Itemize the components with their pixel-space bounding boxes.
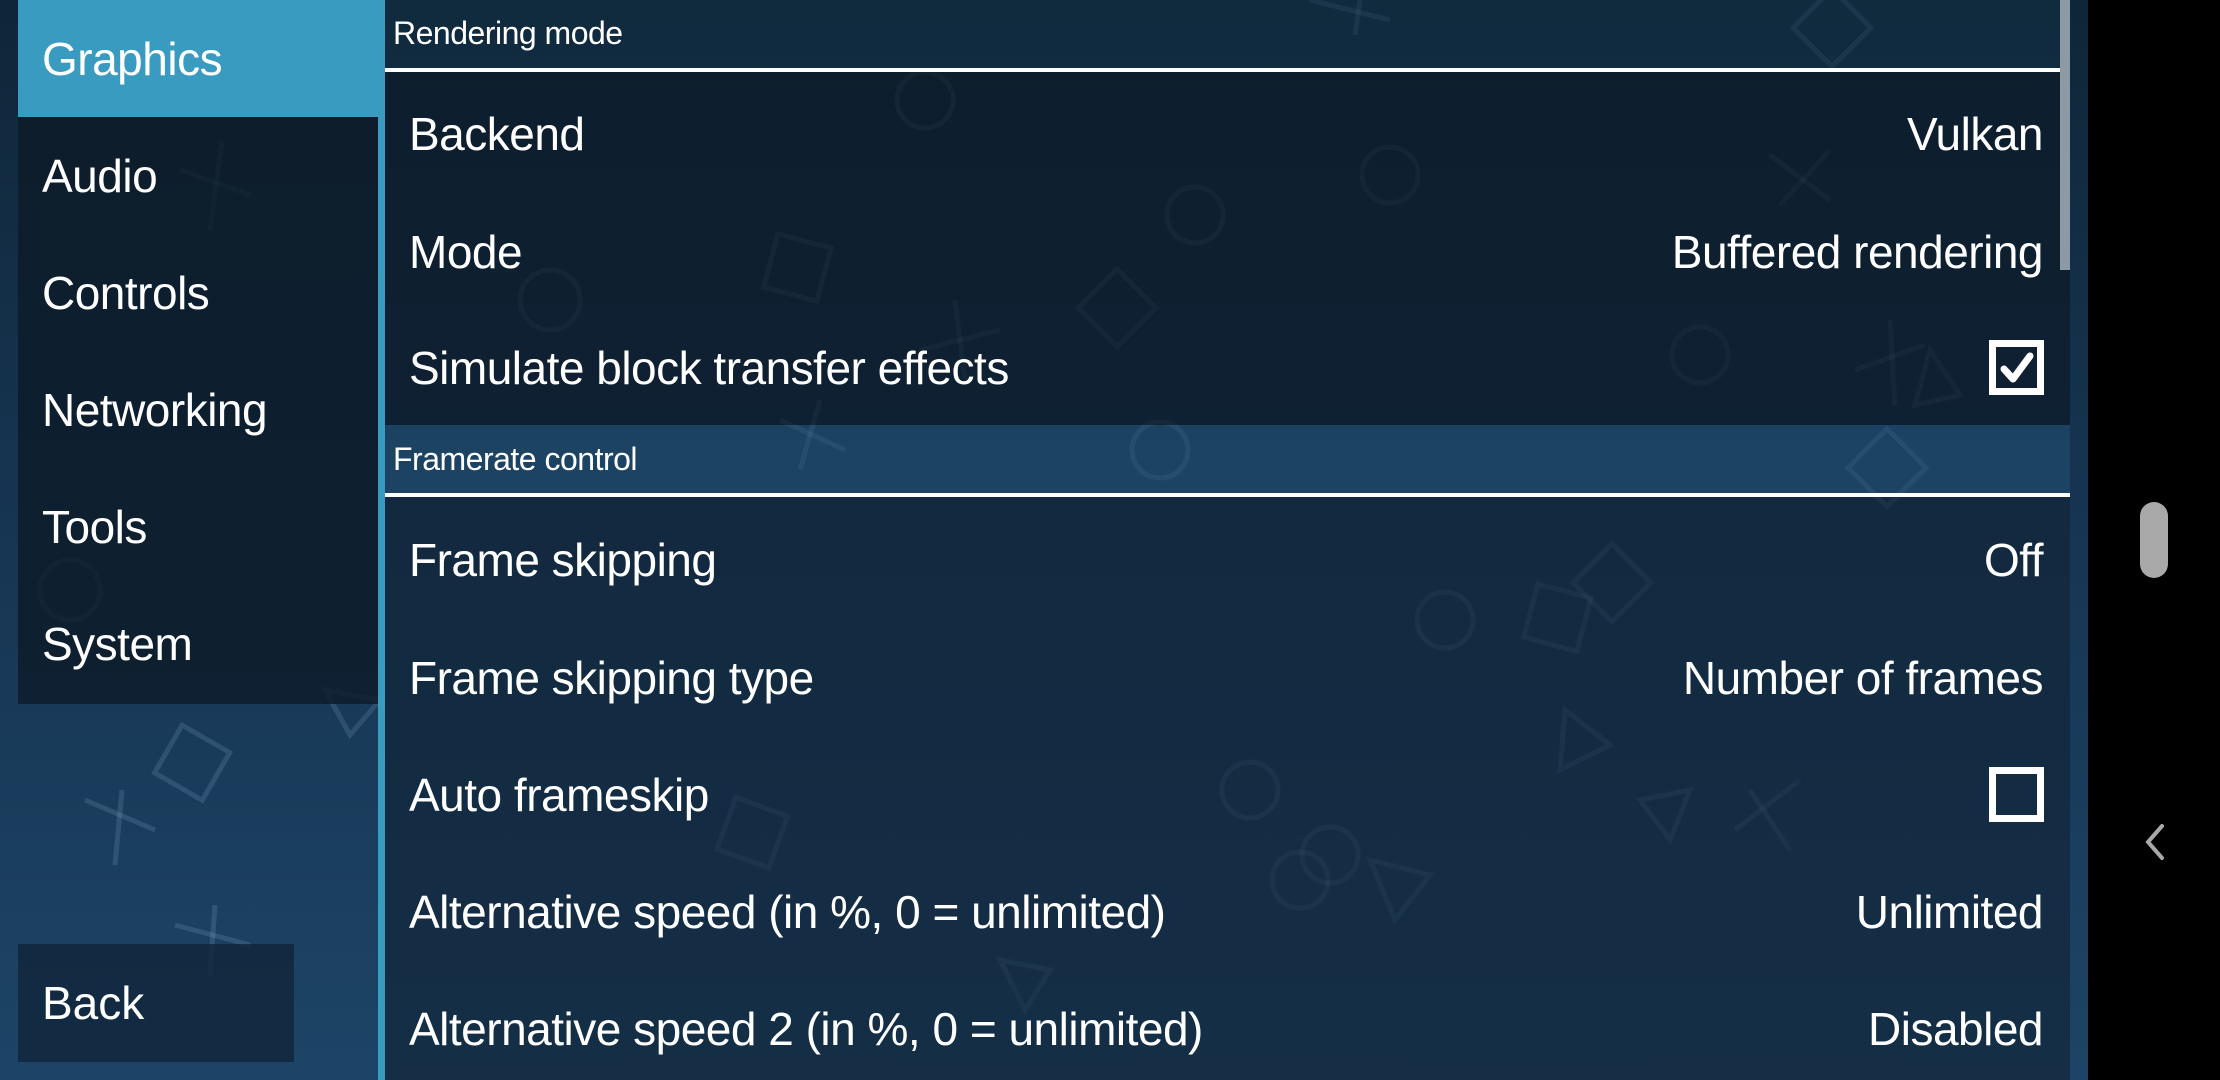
content-scrollbar[interactable] bbox=[2060, 0, 2070, 270]
setting-label: Backend bbox=[409, 107, 585, 160]
sidebar-divider bbox=[378, 0, 385, 1080]
setting-value: Off bbox=[1983, 533, 2044, 586]
group-header-rendering-mode: Rendering mode bbox=[385, 0, 2070, 72]
sidebar-item-label: Controls bbox=[42, 266, 210, 319]
setting-value: Unlimited bbox=[1855, 885, 2044, 938]
sidebar-item-controls[interactable]: Controls bbox=[18, 234, 378, 351]
sidebar-item-label: Tools bbox=[42, 500, 147, 553]
setting-value: Vulkan bbox=[1907, 107, 2043, 160]
checkbox-unchecked[interactable] bbox=[1989, 767, 2044, 822]
setting-row-alternative-speed[interactable]: Alternative speed (in %, 0 = unlimited) … bbox=[385, 853, 2070, 970]
setting-label: Auto frameskip bbox=[409, 768, 709, 821]
settings-content: Rendering mode Backend Vulkan Mode Buffe… bbox=[385, 0, 2070, 1080]
settings-sidebar: Graphics Audio Controls Networking Tools… bbox=[18, 0, 380, 704]
setting-row-mode[interactable]: Mode Buffered rendering bbox=[385, 193, 2070, 310]
setting-label: Frame skipping type bbox=[409, 651, 814, 704]
sidebar-item-label: Audio bbox=[42, 149, 158, 202]
group-header-framerate-control: Framerate control bbox=[385, 425, 2070, 497]
setting-value: Number of frames bbox=[1682, 651, 2044, 704]
setting-label: Alternative speed (in %, 0 = unlimited) bbox=[409, 885, 1166, 938]
sidebar-item-networking[interactable]: Networking bbox=[18, 351, 378, 468]
setting-label: Alternative speed 2 (in %, 0 = unlimited… bbox=[409, 1002, 1203, 1055]
settings-screen: Graphics Audio Controls Networking Tools… bbox=[0, 0, 2088, 1080]
home-pill-icon[interactable] bbox=[2140, 502, 2168, 578]
setting-label: Simulate block transfer effects bbox=[409, 341, 1009, 394]
setting-row-frame-skipping-type[interactable]: Frame skipping type Number of frames bbox=[385, 619, 2070, 736]
sidebar-item-label: System bbox=[42, 617, 193, 670]
sidebar-item-label: Networking bbox=[42, 383, 268, 436]
group-header-label: Rendering mode bbox=[393, 14, 623, 51]
sidebar-item-tools[interactable]: Tools bbox=[18, 468, 378, 585]
group-header-label: Framerate control bbox=[393, 440, 638, 477]
android-nav-bar bbox=[2088, 0, 2220, 1080]
checkmark-icon bbox=[2000, 352, 2033, 382]
back-button[interactable]: Back bbox=[18, 944, 294, 1062]
cross-icon bbox=[84, 789, 156, 866]
setting-row-alternative-speed-2[interactable]: Alternative speed 2 (in %, 0 = unlimited… bbox=[385, 970, 2070, 1080]
setting-value: Buffered rendering bbox=[1671, 225, 2044, 278]
checkbox-checked[interactable] bbox=[1989, 340, 2044, 395]
setting-row-auto-frameskip[interactable]: Auto frameskip bbox=[385, 736, 2070, 853]
back-button-label: Back bbox=[42, 977, 145, 1029]
sidebar-item-system[interactable]: System bbox=[18, 585, 378, 702]
setting-value: Disabled bbox=[1868, 1002, 2044, 1055]
sidebar-item-audio[interactable]: Audio bbox=[18, 117, 378, 234]
square-icon bbox=[151, 721, 234, 804]
setting-label: Frame skipping bbox=[409, 533, 717, 586]
setting-row-frame-skipping[interactable]: Frame skipping Off bbox=[385, 501, 2070, 618]
sidebar-item-graphics[interactable]: Graphics bbox=[18, 0, 380, 117]
sidebar-item-label: Graphics bbox=[42, 32, 223, 85]
back-chevron-icon[interactable] bbox=[2138, 822, 2172, 862]
setting-row-simulate-block-transfer[interactable]: Simulate block transfer effects bbox=[385, 309, 2070, 426]
setting-row-backend[interactable]: Backend Vulkan bbox=[385, 75, 2070, 192]
group-rendering-mode: Backend Vulkan Mode Buffered rendering S… bbox=[385, 72, 2070, 425]
setting-label: Mode bbox=[409, 225, 523, 278]
group-framerate-control: Frame skipping Off Frame skipping type N… bbox=[385, 497, 2070, 1080]
